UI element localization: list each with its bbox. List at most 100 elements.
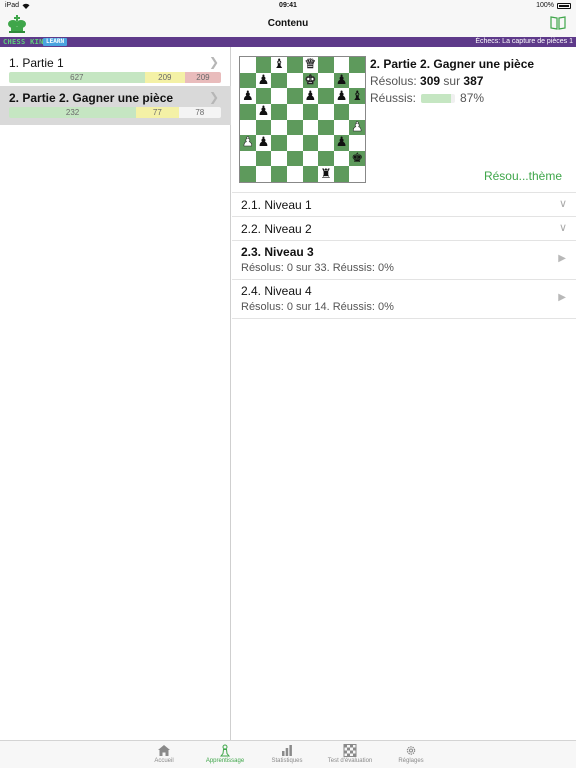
board-square (286, 72, 303, 89)
board-square (271, 166, 287, 182)
level-item-1[interactable]: 2.1. Niveau 1 ∨ (232, 192, 576, 216)
board-square (349, 57, 365, 73)
board-square (240, 57, 256, 73)
tab-home[interactable]: Accueil (129, 744, 199, 764)
part-item-2[interactable]: 2. Partie 2. Gagner une pièce ❯ 232 77 7… (0, 86, 231, 125)
board-square (302, 119, 319, 136)
board-square (318, 150, 334, 167)
board-square (255, 166, 272, 182)
black-bishop-icon: ♝ (351, 88, 364, 104)
black-rook-icon: ♜ (320, 166, 332, 182)
board-square (333, 119, 350, 136)
book-icon[interactable] (550, 16, 566, 30)
tab-evaluation-test[interactable]: Test d'évaluation (315, 744, 385, 764)
board-square (240, 166, 256, 182)
checkerboard-icon (343, 744, 357, 757)
part-item-1[interactable]: 1. Partie 1 ❯ 627 209 209 (0, 51, 231, 90)
board-square (271, 119, 287, 136)
tab-label: Apprentissage (205, 758, 245, 764)
board-square (271, 135, 287, 151)
solved-of: sur (443, 74, 461, 88)
level-stat: Résolus: 0 sur 14. Réussis: 0% (241, 301, 394, 313)
course-subtitle: Échecs: La capture de pièces 1 (475, 38, 573, 45)
solved-label: Résolus: (370, 74, 417, 88)
total-count: 387 (463, 74, 484, 88)
tab-statistics[interactable]: Statistiques (252, 744, 322, 764)
chevron-right-icon: ❯ (208, 90, 219, 104)
solved-count: 309 (420, 74, 441, 88)
board-square (286, 103, 303, 120)
progress-solved-segment: 232 (9, 107, 137, 118)
chevron-down-icon: ∨ (558, 198, 567, 210)
white-queen-icon: ♛ (304, 57, 317, 73)
board-square (333, 103, 350, 120)
board-square (318, 135, 334, 151)
board-square: ♟ (302, 88, 319, 104)
black-pawn-icon: ♟ (335, 135, 348, 151)
board-square (318, 88, 334, 104)
chevron-right-icon: ❯ (208, 55, 219, 69)
solve-theme-link[interactable]: Résou...thème (484, 169, 562, 183)
board-square: ♟ (240, 88, 256, 104)
black-pawn-icon: ♟ (257, 135, 270, 151)
success-bar (421, 93, 456, 103)
battery-icon (557, 2, 571, 9)
board-square (318, 72, 334, 89)
black-pawn-icon: ♟ (335, 88, 348, 104)
list-divider (232, 318, 576, 319)
board-square: ♟ (255, 72, 272, 89)
topic-title: 2. Partie 2. Gagner une pièce (370, 57, 535, 71)
board-square: ♚ (349, 150, 365, 167)
white-king-icon: ♚ (304, 72, 317, 88)
level-item-4[interactable]: 2.4. Niveau 4 Résolus: 0 sur 14. Réussis… (232, 279, 576, 318)
white-pawn-icon: ♟ (241, 135, 254, 151)
status-bar: iPad 09:41 100% (0, 0, 576, 12)
board-square: ♟ (333, 88, 350, 104)
board-square (240, 72, 256, 89)
topic-success-stat: Réussis: 87% (370, 91, 484, 105)
board-square: ♚ (302, 72, 319, 89)
black-pawn-icon: ♟ (241, 88, 254, 104)
black-king-icon: ♚ (351, 151, 364, 167)
topic-solved-stat: Résolus: 309 sur 387 (370, 74, 483, 88)
board-square (271, 150, 287, 167)
level-title: 2.1. Niveau 1 (241, 198, 312, 212)
board-square (286, 166, 303, 182)
board-square (255, 57, 272, 73)
page-title: Contenu (267, 18, 309, 29)
play-icon: ▶ (558, 292, 566, 303)
level-stat: Résolus: 0 sur 33. Réussis: 0% (241, 262, 394, 274)
play-icon: ▶ (558, 253, 566, 264)
part-title: 2. Partie 2. Gagner une pièce (9, 91, 174, 105)
black-pawn-icon: ♟ (257, 72, 270, 88)
level-title: 2.4. Niveau 4 (241, 284, 312, 298)
board-square: ♜ (318, 166, 334, 182)
board-square (318, 119, 334, 136)
success-bar-fill (421, 93, 451, 103)
board-square (302, 103, 319, 120)
board-square: ♟ (255, 135, 272, 151)
tab-label: Réglages (398, 758, 424, 764)
board-square (286, 119, 303, 136)
tab-settings[interactable]: Réglages (376, 744, 446, 764)
board-square (349, 135, 365, 151)
chess-board-preview[interactable]: ♝ ♛ ♟ ♚ ♟ ♟ ♟ ♟ ♝ ♟ ♟ ♟ ♟ ♟ ♚ ♜ (239, 56, 366, 183)
progress-partial-segment: 77 (136, 107, 179, 118)
board-square: ♝ (349, 88, 365, 104)
tab-label: Accueil (154, 758, 174, 764)
board-square (240, 119, 256, 136)
tab-label: Statistiques (271, 758, 303, 764)
tab-label: Test d'évaluation (327, 758, 373, 764)
level-item-2[interactable]: 2.2. Niveau 2 ∨ (232, 216, 576, 240)
parts-list: 1. Partie 1 ❯ 627 209 209 2. Partie 2. G… (0, 47, 231, 740)
brand-bar: CHESS KING LEARN Échecs: La capture de p… (0, 37, 576, 47)
board-square (286, 88, 303, 104)
board-square (255, 119, 272, 136)
tab-learning[interactable]: Apprentissage (190, 744, 260, 764)
level-item-3[interactable]: 2.3. Niveau 3 Résolus: 0 sur 33. Réussis… (232, 240, 576, 279)
board-square (333, 166, 350, 182)
board-square: ♛ (302, 57, 319, 73)
topic-detail: ♝ ♛ ♟ ♚ ♟ ♟ ♟ ♟ ♝ ♟ ♟ ♟ ♟ ♟ ♚ ♜ 2. Partie 2. Gagner une… (232, 47, 576, 740)
board-square (333, 150, 350, 167)
board-square (302, 135, 319, 151)
